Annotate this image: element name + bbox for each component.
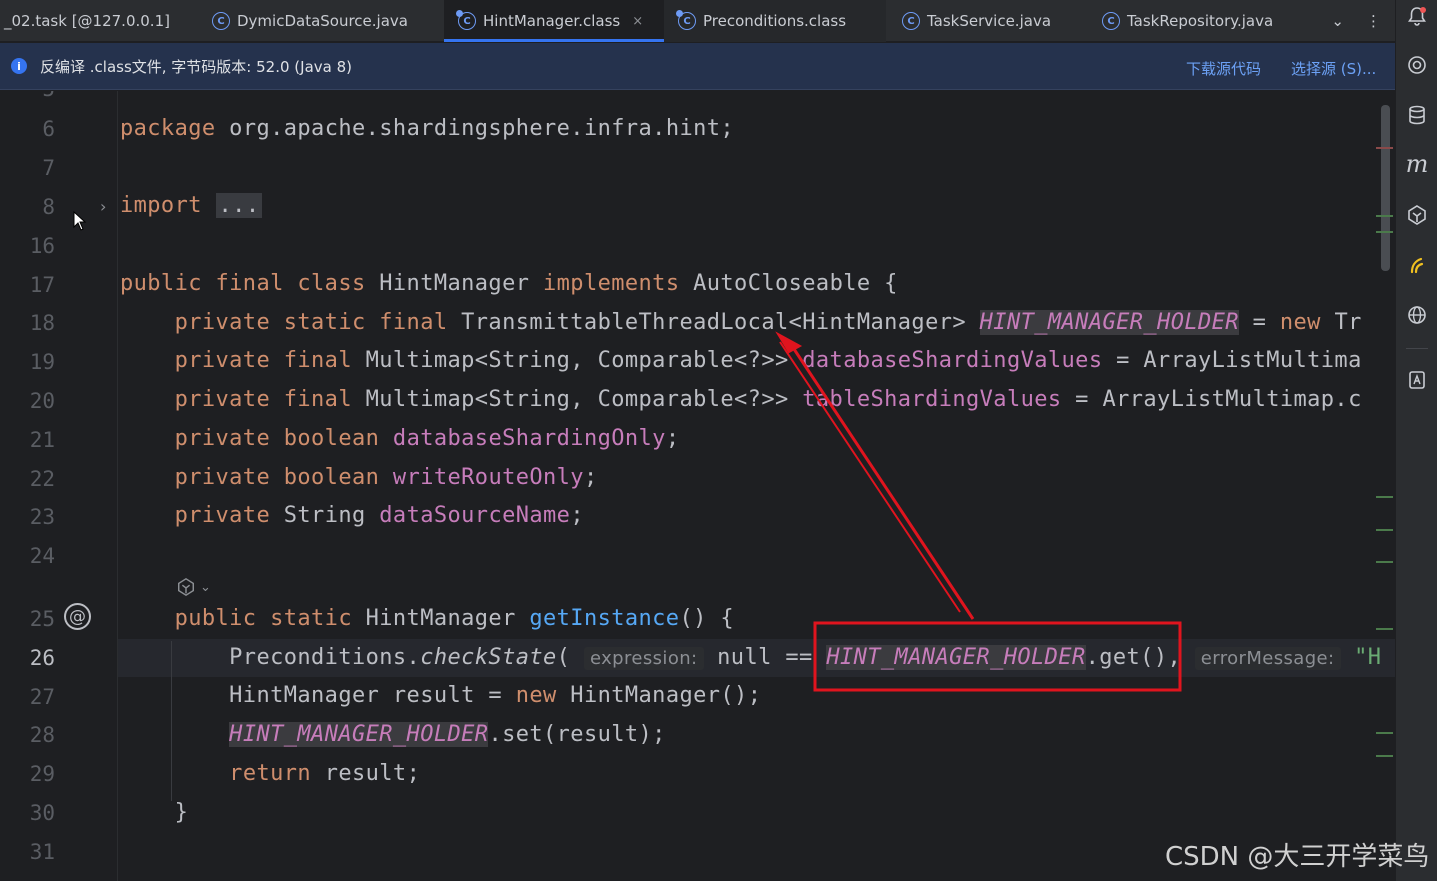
change-marker (1376, 496, 1393, 498)
line-number: 8 (42, 195, 55, 219)
class-icon: C (212, 12, 230, 30)
tab-label: DymicDataSource.java (237, 12, 408, 30)
tab-label: _02.task [@127.0.0.1] (4, 12, 170, 30)
ai-assistant-icon[interactable] (1405, 53, 1429, 77)
line-number: 31 (29, 840, 55, 864)
line-number: 23 (29, 505, 55, 529)
class-file-icon: C (456, 10, 476, 30)
plugin-icon (178, 577, 194, 597)
line-number: 29 (29, 762, 55, 786)
tab-label: TaskRepository.java (1127, 12, 1274, 30)
plugin-icon[interactable] (1405, 203, 1429, 227)
mouse-pointer-icon (73, 211, 87, 231)
code-line-21: private boolean databaseShardingOnly; (120, 426, 680, 451)
watermark: CSDN @大三开学菜鸟 (1165, 842, 1430, 872)
line-number: 5 (5, 91, 55, 101)
fold-expand-icon[interactable]: › (100, 197, 106, 216)
tab-hintmanager[interactable]: C HintManager.class × (444, 0, 664, 42)
line-number: 25 (29, 607, 55, 631)
code-line-26: Preconditions.checkState( expression: nu… (120, 645, 1382, 670)
code-line-19: private final Multimap<String, Comparabl… (120, 348, 1362, 373)
change-marker (1376, 147, 1393, 149)
download-sources-link[interactable]: 下载源代码 (1186, 58, 1261, 79)
tab-preconditions[interactable]: C Preconditions.class (664, 0, 886, 42)
tab-label: Preconditions.class (703, 12, 847, 30)
parameter-hint: errorMessage: (1194, 647, 1341, 670)
code-line-27: HintManager result = new HintManager(); (120, 683, 762, 708)
copilot-icon[interactable] (1405, 253, 1429, 277)
code-line-8: import ... (120, 193, 263, 218)
line-number: 21 (29, 428, 55, 452)
code-line-30: } (120, 800, 189, 825)
tab-actions: ⌄ ⋮ (1331, 0, 1381, 42)
line-number: 28 (29, 723, 55, 747)
right-tool-strip: m (1395, 0, 1437, 881)
chevron-down-icon: ⌄ (200, 579, 211, 595)
code-line-17: public final class HintManager implement… (120, 271, 898, 296)
line-number: 18 (29, 311, 55, 335)
line-number: 24 (29, 544, 55, 568)
line-number: 22 (29, 467, 55, 491)
strip-divider (1406, 348, 1428, 349)
line-number-gutter: 5 6 7 8 16 17 18 19 20 21 22 23 24 25 26… (0, 91, 118, 881)
line-number: 16 (29, 234, 55, 258)
database-icon[interactable] (1405, 103, 1429, 127)
class-file-icon: C (676, 10, 696, 30)
change-marker (1376, 628, 1393, 630)
line-number: 7 (42, 156, 55, 180)
code-editor[interactable]: 5 6 7 8 16 17 18 19 20 21 22 23 24 25 26… (0, 91, 1395, 881)
notifications-icon[interactable] (1405, 4, 1429, 28)
code-line-22: private boolean writeRouteOnly; (120, 465, 598, 490)
line-number: 19 (29, 350, 55, 374)
folded-imports[interactable]: ... (215, 193, 263, 218)
change-marker (1376, 561, 1393, 563)
info-icon: i (11, 58, 27, 74)
tab-taskservice[interactable]: C TaskService.java (902, 0, 1051, 42)
translate-icon[interactable] (1405, 368, 1429, 392)
close-icon[interactable]: × (632, 14, 643, 29)
code-line-18: private static final TransmittableThread… (120, 310, 1362, 335)
inlay-actions[interactable]: ⌄ (176, 577, 211, 597)
tab-database-console[interactable]: _02.task [@127.0.0.1] (4, 0, 170, 42)
line-number: 27 (29, 685, 55, 709)
more-icon[interactable]: ⋮ (1366, 12, 1381, 30)
line-number-current: 26 (29, 646, 55, 670)
change-marker (1376, 231, 1393, 233)
class-icon: C (1102, 12, 1120, 30)
change-marker (1376, 732, 1393, 734)
line-number: 17 (29, 273, 55, 297)
code-line-6: package org.apache.shardingsphere.infra.… (120, 116, 735, 141)
choose-sources-link[interactable]: 选择源 (S)... (1291, 58, 1376, 79)
class-icon: C (902, 12, 920, 30)
decompiled-info-banner: i 反编译 .class文件, 字节码版本: 52.0 (Java 8) 下载源… (0, 43, 1395, 90)
code-line-25: public static HintManager getInstance() … (120, 606, 735, 631)
tab-label: TaskService.java (927, 12, 1052, 30)
code-line-29: return result; (229, 761, 421, 786)
line-number: 20 (29, 389, 55, 413)
editor-tab-bar: _02.task [@127.0.0.1] C DymicDataSource.… (0, 0, 1395, 42)
maven-icon[interactable]: m (1405, 150, 1429, 178)
code-line-23: private String dataSourceName; (120, 503, 584, 528)
line-number: 6 (42, 117, 55, 141)
implementation-marker-icon[interactable]: @ (64, 603, 91, 630)
change-marker (1376, 755, 1393, 757)
code-line-20: private final Multimap<String, Comparabl… (120, 387, 1362, 412)
tab-taskrepository[interactable]: C TaskRepository.java (1102, 0, 1273, 42)
tab-label: HintManager.class (483, 12, 621, 30)
line-number: 30 (29, 801, 55, 825)
chevron-down-icon[interactable]: ⌄ (1331, 12, 1344, 30)
globe-icon[interactable] (1405, 303, 1429, 327)
change-marker (1376, 529, 1393, 531)
change-marker (1376, 215, 1393, 217)
banner-message: 反编译 .class文件, 字节码版本: 52.0 (Java 8) (40, 57, 352, 76)
vertical-scrollbar[interactable] (1381, 105, 1390, 271)
tab-dymicdatasource[interactable]: C DymicDataSource.java (212, 0, 408, 42)
code-line-28: HINT_MANAGER_HOLDER.set(result); (229, 722, 666, 747)
parameter-hint: expression: (583, 647, 704, 670)
